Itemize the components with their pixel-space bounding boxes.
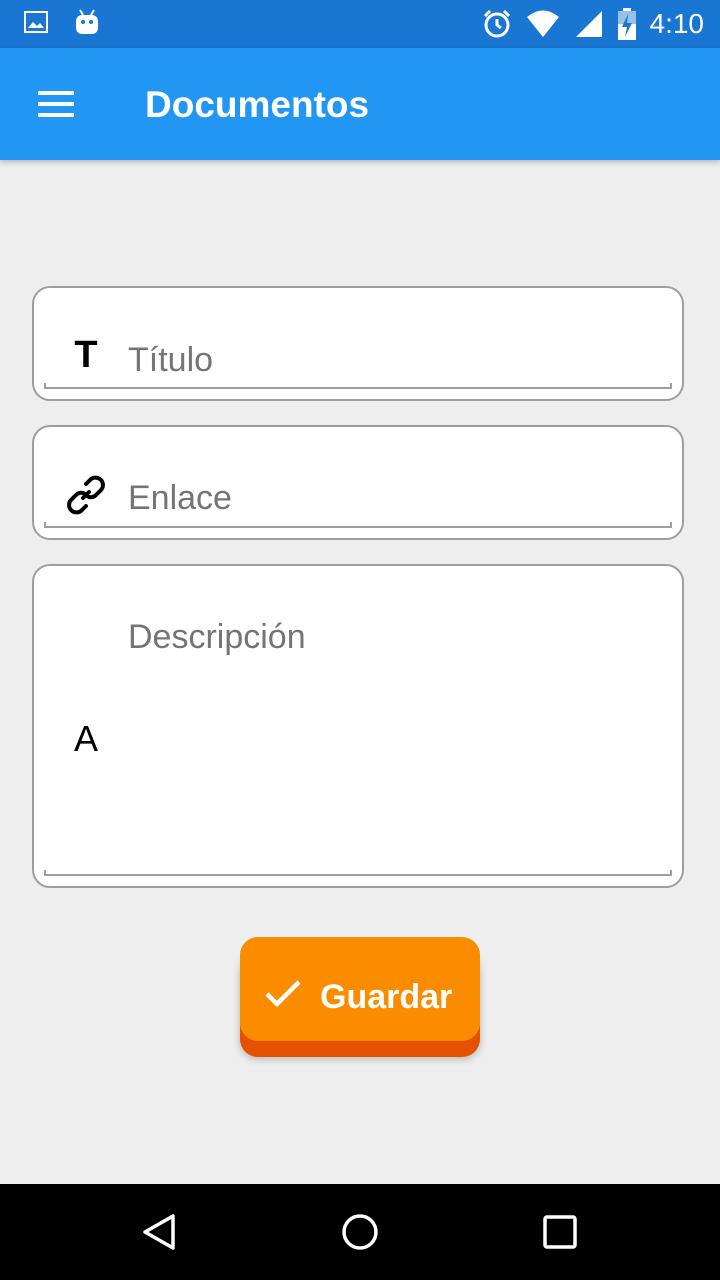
status-bar: 4:10 [0, 0, 720, 48]
title-input[interactable]: Título [128, 341, 213, 380]
battery-charging-icon [617, 8, 636, 40]
signal-icon [575, 11, 602, 37]
link-input[interactable]: Enlace [128, 479, 232, 518]
recents-icon[interactable] [540, 1212, 580, 1252]
image-icon [24, 11, 48, 33]
description-input[interactable]: Descripción [128, 618, 306, 657]
menu-icon[interactable] [38, 91, 74, 117]
save-button-label: Guardar [320, 978, 453, 1016]
title-field-underline [44, 383, 672, 389]
status-time: 4:10 [649, 8, 705, 39]
navigation-bar [0, 1184, 720, 1280]
save-button[interactable]: Guardar [240, 937, 480, 1041]
alarm-icon [483, 9, 510, 38]
home-icon[interactable] [340, 1212, 380, 1252]
description-text-icon: A [73, 718, 98, 759]
title-text-icon: T [74, 334, 98, 376]
back-icon[interactable] [140, 1212, 180, 1252]
description-field[interactable]: A Descripción [32, 564, 684, 888]
check-icon [265, 980, 301, 1008]
description-field-underline [44, 870, 672, 876]
link-field[interactable]: Enlace [32, 425, 684, 540]
link-field-underline [44, 522, 672, 528]
title-field[interactable]: T Título [32, 286, 684, 401]
link-icon [67, 475, 105, 515]
page-title: Documentos [145, 84, 370, 125]
android-icon [76, 9, 98, 34]
app-bar: Documentos [0, 48, 720, 160]
wifi-icon [526, 10, 559, 37]
